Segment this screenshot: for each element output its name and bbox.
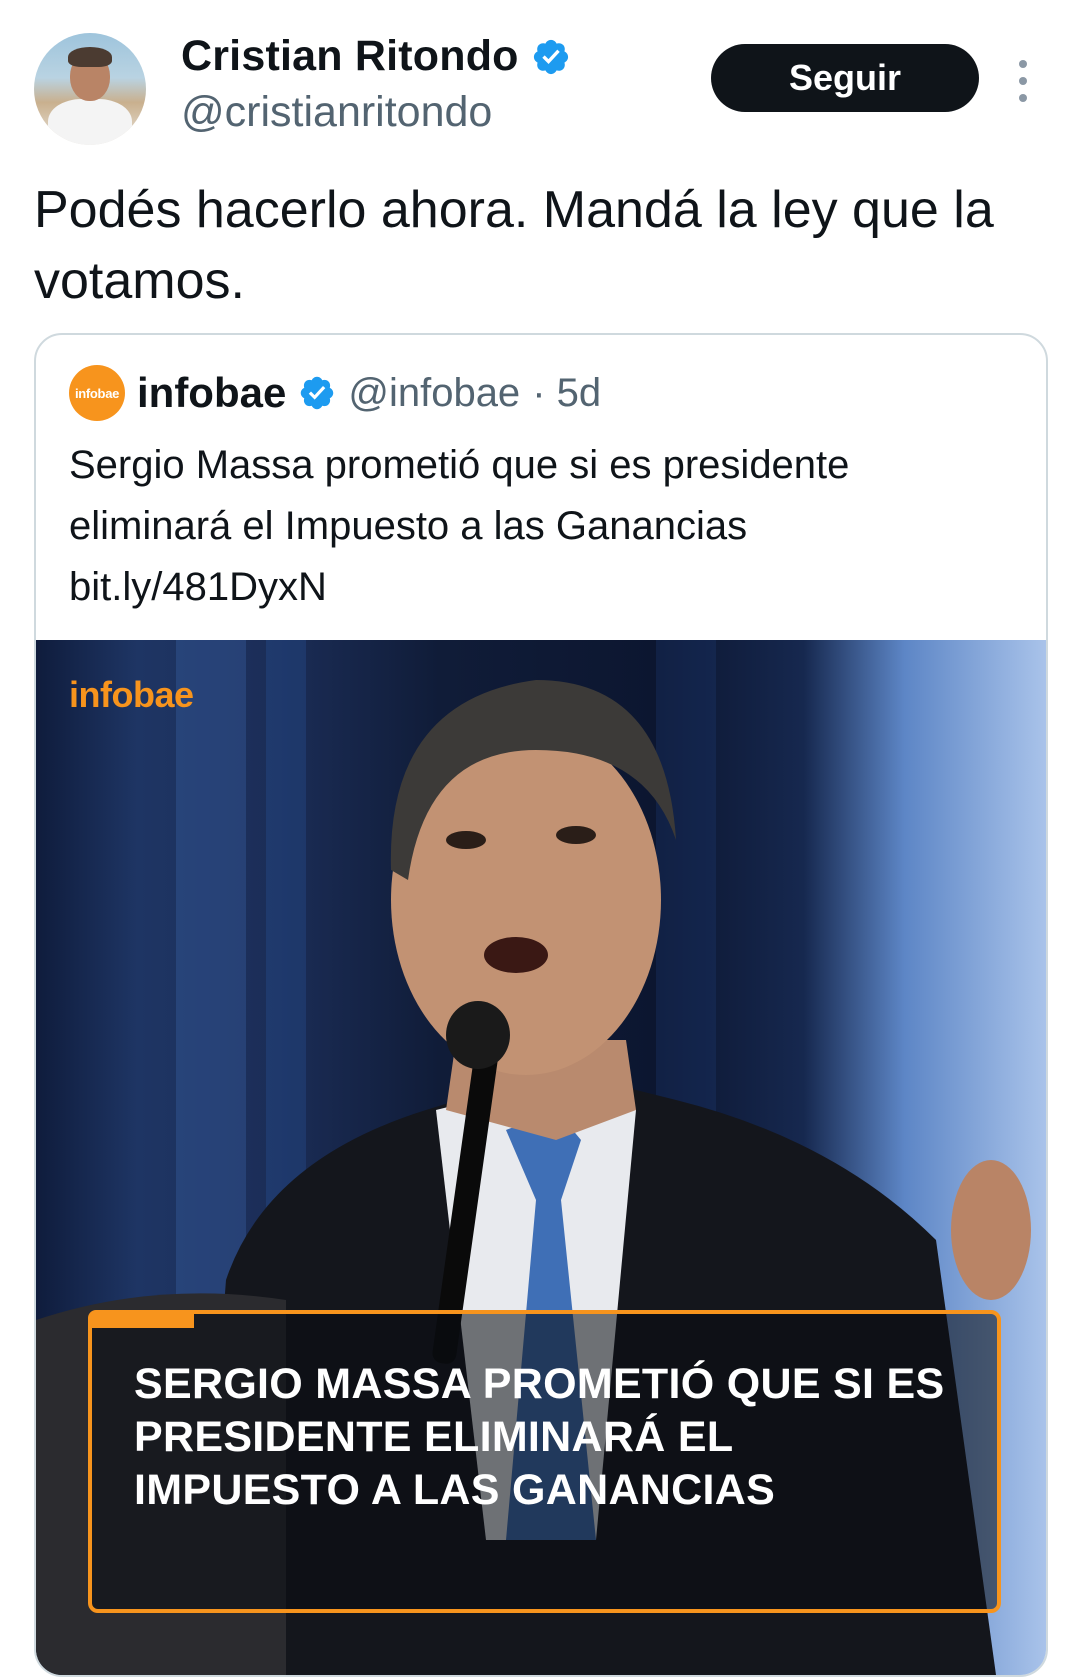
media-infobae-logo: infobae: [69, 674, 194, 715]
media-caption-text: SERGIO MASSA PROMETIÓ QUE SI ES PRESIDEN…: [134, 1360, 945, 1514]
author-name[interactable]: Cristian Ritondo: [181, 32, 519, 81]
author-avatar[interactable]: [34, 33, 146, 145]
media-caption-box: SERGIO MASSA PROMETIÓ QUE SI ES PRESIDEN…: [88, 1310, 1001, 1613]
quoted-tweet-text: Sergio Massa prometió que si es presiden…: [69, 443, 850, 609]
quoted-media-image[interactable]: infobae SERGIO MASSA PROMETIÓ QUE SI ES …: [36, 640, 1046, 1675]
quoted-author-handle[interactable]: @infobae: [348, 371, 520, 416]
quoted-timestamp[interactable]: · 5d: [532, 371, 601, 416]
infobae-logo-icon[interactable]: infobae: [69, 365, 125, 421]
quoted-author-name[interactable]: infobae: [137, 369, 286, 417]
quoted-tweet-card[interactable]: infobae infobae @infobae · 5d Sergio Mas…: [34, 333, 1048, 1677]
author-name-row: Cristian Ritondo: [181, 32, 571, 81]
follow-button[interactable]: Seguir: [711, 44, 979, 112]
author-handle[interactable]: @cristianritondo: [181, 88, 492, 137]
tweet-text: Podés hacerlo ahora. Mandá la ley que la…: [34, 181, 994, 310]
verified-badge-icon: [533, 39, 568, 74]
more-vertical-icon[interactable]: [1008, 58, 1038, 104]
quoted-tweet-header: infobae infobae @infobae · 5d: [69, 365, 601, 421]
verified-badge-icon: [301, 376, 334, 410]
